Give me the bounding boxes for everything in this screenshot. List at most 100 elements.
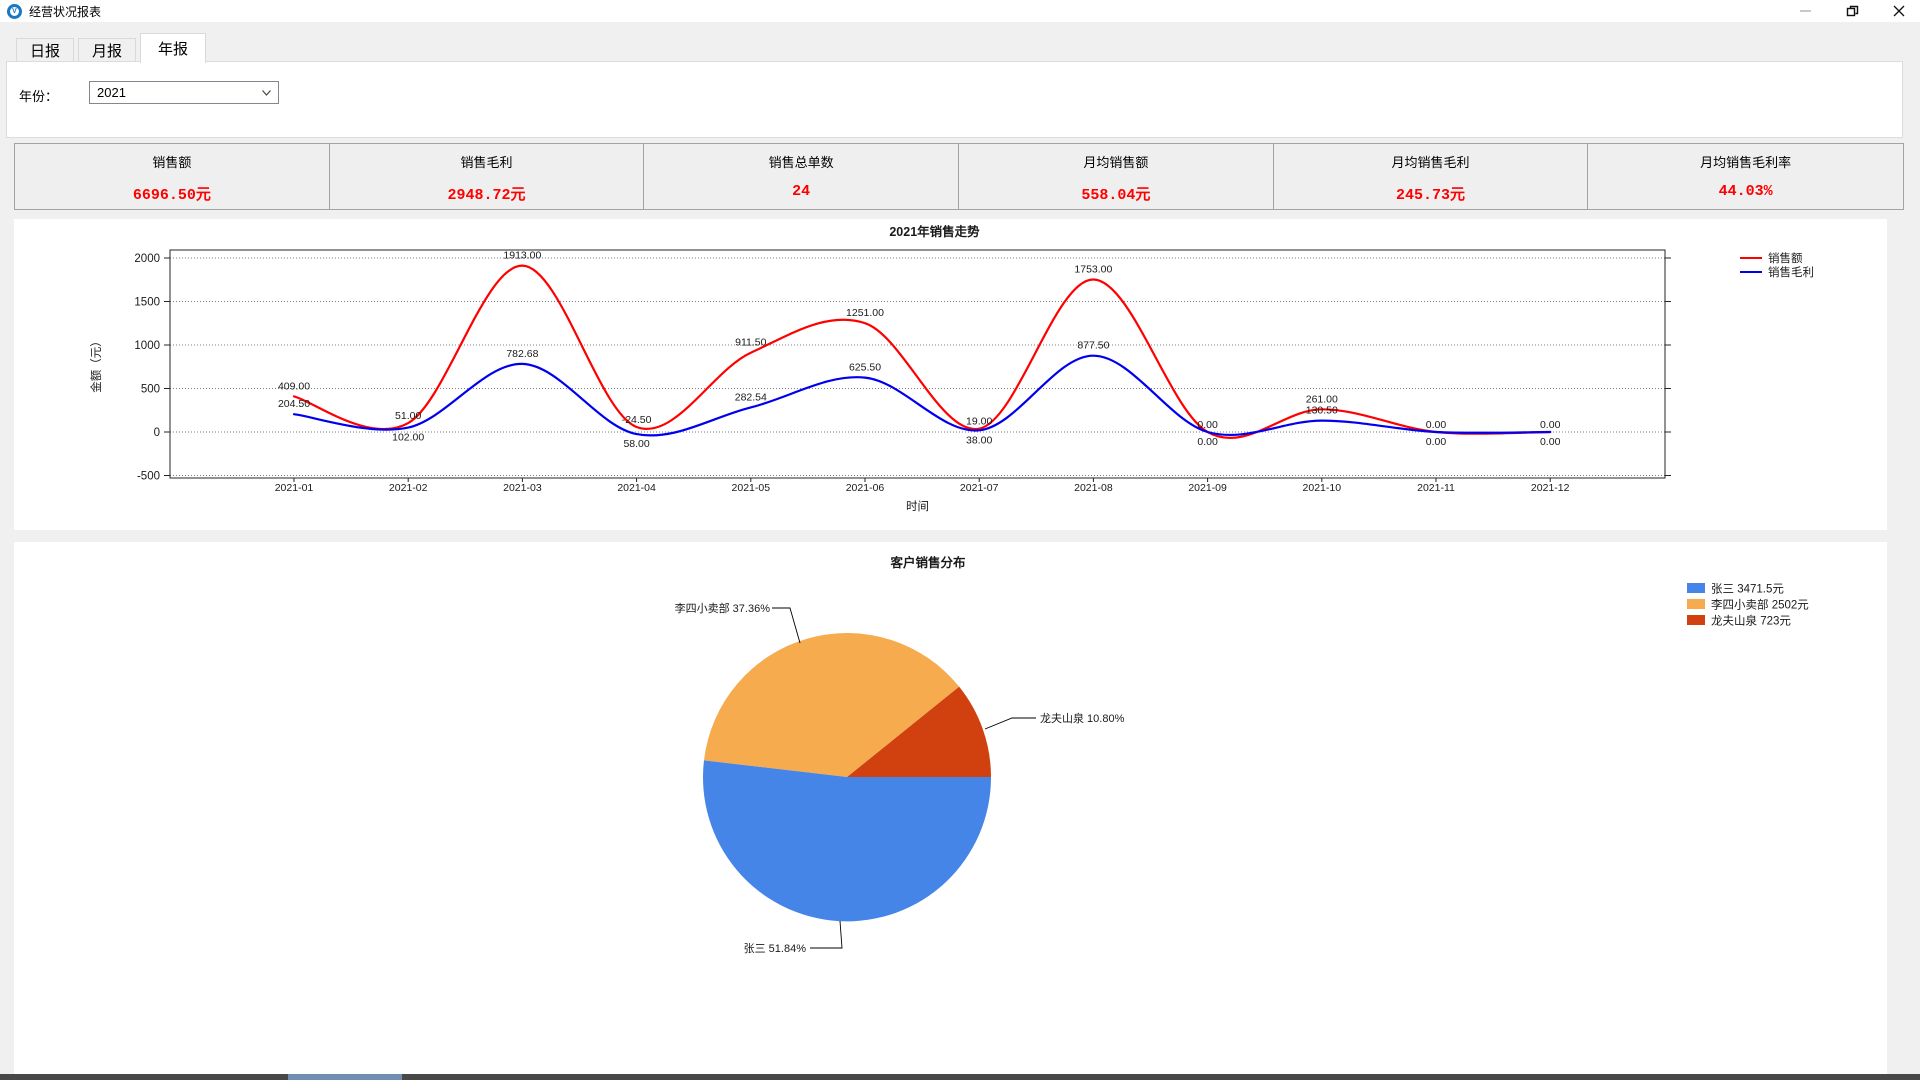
pie-chart-title: 客户销售分布	[889, 555, 966, 570]
point-label: 102.00	[392, 432, 424, 444]
chevron-down-icon	[262, 90, 271, 96]
point-label: 877.50	[1077, 340, 1109, 352]
x-tick-label: 2021-04	[617, 482, 656, 494]
tab-monthly-report[interactable]: 月报	[78, 38, 136, 62]
point-label: 282.54	[735, 391, 767, 403]
stat-value: 24	[644, 183, 958, 200]
stat-label: 月均销售毛利	[1274, 152, 1588, 171]
legend-swatch	[1687, 583, 1705, 593]
point-label: 0.00	[1426, 436, 1447, 448]
x-tick-label: 2021-10	[1303, 482, 1342, 494]
stat-cell-monthly-avg-profit: 月均销售毛利 245.73元	[1274, 144, 1589, 209]
callout-line	[772, 608, 800, 643]
callout-line	[810, 921, 842, 948]
y-tick-label: -500	[137, 471, 160, 483]
yearly-report-panel: 年份： 2021	[6, 61, 1903, 138]
stat-cell-monthly-avg-sales: 月均销售额 558.04元	[959, 144, 1274, 209]
stat-value: 245.73元	[1274, 183, 1588, 204]
stat-label: 销售毛利	[330, 152, 644, 171]
line-chart-title: 2021年销售走势	[889, 224, 980, 239]
close-icon	[1893, 5, 1905, 17]
stat-value: 6696.50元	[15, 183, 329, 204]
taskbar-app-indicator[interactable]	[288, 1074, 402, 1080]
point-label: 0.00	[1540, 436, 1561, 448]
x-axis-title: 时间	[906, 500, 929, 513]
point-label: 19.00	[966, 416, 992, 428]
legend-label: 销售毛利	[1768, 265, 1814, 279]
stat-value: 44.03%	[1588, 183, 1903, 200]
point-label: 911.50	[735, 337, 766, 349]
y-tick-label: 1500	[134, 297, 160, 309]
titlebar: V 经营状况报表	[0, 0, 1920, 22]
callout-label: 李四小卖部 37.36%	[675, 601, 771, 615]
tab-daily-report[interactable]: 日报	[16, 38, 74, 62]
callout-label: 张三 51.84%	[744, 942, 807, 955]
stat-value: 2948.72元	[330, 183, 644, 204]
legend-label: 销售额	[1768, 251, 1803, 265]
line-chart: 2000 1500 1000 500 0 -500 2021-01 2021-02 2021-0…	[14, 219, 1887, 530]
x-tick-label: 2021-02	[389, 482, 428, 494]
point-label: 51.00	[395, 410, 421, 422]
stat-label: 销售额	[15, 152, 329, 171]
pie-slice-0	[703, 760, 991, 921]
tabstrip: 日报 月报 年报	[6, 33, 1903, 62]
callout-line	[985, 718, 1036, 729]
minimize-icon	[1800, 10, 1811, 12]
stat-label: 月均销售毛利率	[1588, 152, 1903, 171]
y-tick-label: 1000	[134, 340, 160, 352]
line-chart-panel: 2000 1500 1000 500 0 -500 2021-01 2021-02 2021-0…	[14, 219, 1887, 530]
window-title: 经营状况报表	[29, 3, 101, 20]
stat-cell-gross-profit: 销售毛利 2948.72元	[330, 144, 645, 209]
legend-swatch	[1687, 615, 1705, 625]
y-tick-label: 500	[141, 384, 160, 396]
x-tick-label: 2021-11	[1417, 482, 1455, 494]
stat-label: 月均销售额	[959, 152, 1273, 171]
point-label: 1753.00	[1074, 263, 1112, 275]
year-filter-label: 年份：	[19, 86, 58, 105]
x-tick-label: 2021-01	[275, 482, 314, 494]
pie-chart-panel: 客户销售分布张三 3471.5元李四小卖部 2502元龙夫山泉 723元张三 5…	[14, 542, 1887, 1075]
year-select-value: 2021	[97, 85, 126, 100]
taskbar[interactable]	[0, 1074, 1920, 1080]
stat-cell-monthly-avg-margin: 月均销售毛利率 44.03%	[1588, 144, 1903, 209]
callout-label: 龙夫山泉 10.80%	[1040, 711, 1125, 725]
y-axis-title: 金额（元）	[89, 335, 103, 393]
stat-cell-sales: 销售额 6696.50元	[15, 144, 330, 209]
series-curve	[294, 356, 1550, 436]
x-tick-label: 2021-07	[960, 482, 999, 494]
x-tick-label: 2021-12	[1531, 482, 1570, 494]
y-tick-label: 2000	[134, 253, 160, 265]
restore-button[interactable]	[1845, 3, 1859, 19]
stat-label: 销售总单数	[644, 152, 958, 171]
year-select[interactable]: 2021	[89, 81, 279, 104]
point-label: 130.50	[1306, 405, 1338, 417]
restore-icon	[1846, 5, 1859, 18]
point-label: 625.50	[849, 362, 881, 374]
y-tick-label: 0	[154, 427, 160, 439]
app-icon: V	[7, 4, 22, 19]
point-label: 38.00	[966, 434, 992, 446]
x-tick-label: 2021-09	[1188, 482, 1227, 494]
point-label: 204.50	[278, 398, 310, 410]
point-label: 58.00	[623, 438, 649, 450]
x-tick-label: 2021-08	[1074, 482, 1113, 494]
legend-swatch	[1687, 599, 1705, 609]
series-curve	[294, 266, 1550, 438]
close-button[interactable]	[1892, 3, 1906, 19]
tab-yearly-report[interactable]: 年报	[140, 33, 206, 63]
x-tick-label: 2021-05	[732, 482, 771, 494]
point-label: 0.00	[1426, 419, 1447, 431]
pie-legend-label: 龙夫山泉 723元	[1711, 614, 1791, 628]
point-label: 782.68	[506, 348, 538, 360]
point-label: 0.00	[1197, 419, 1218, 431]
stats-table: 销售额 6696.50元 销售毛利 2948.72元 销售总单数 24 月均销售…	[14, 143, 1904, 210]
stat-cell-order-count: 销售总单数 24	[644, 144, 959, 209]
pie-legend-label: 李四小卖部 2502元	[1711, 598, 1809, 612]
minimize-button[interactable]	[1798, 3, 1812, 19]
x-tick-label: 2021-06	[846, 482, 885, 494]
point-label: 409.00	[278, 380, 310, 392]
point-label: 1251.00	[846, 307, 884, 319]
stat-value: 558.04元	[959, 183, 1273, 204]
point-label: 0.00	[1197, 436, 1218, 448]
window-controls	[1798, 0, 1906, 22]
